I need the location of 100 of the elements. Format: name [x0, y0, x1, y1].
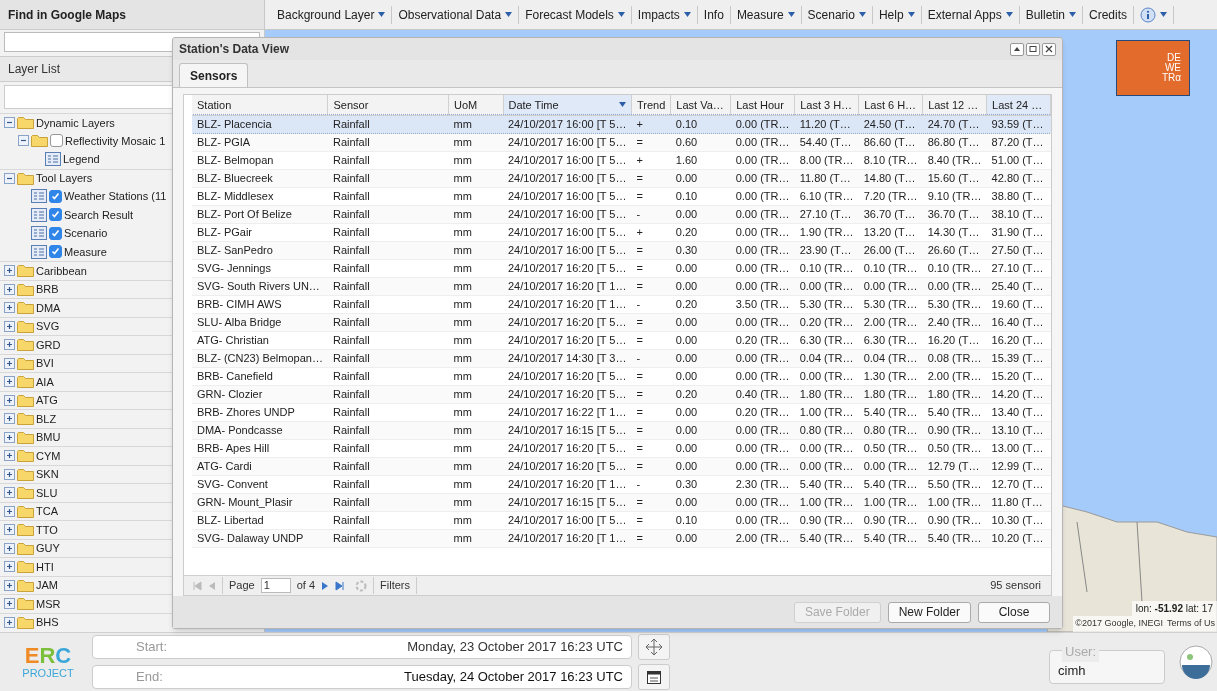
table-cell: mm	[448, 367, 503, 385]
column-header[interactable]: UoM	[448, 95, 503, 115]
column-header[interactable]: Last 3 H…	[794, 95, 859, 115]
tree-item[interactable]: BLZ	[36, 410, 57, 427]
collapse-icon[interactable]	[18, 135, 29, 147]
folder-icon	[17, 356, 34, 370]
end-date-field[interactable]: End: Tuesday, 24 October 2017 16:23 UTC	[92, 665, 632, 689]
expand-icon[interactable]	[4, 357, 15, 369]
toolbar-menu-button[interactable]: Background Layer	[271, 5, 393, 24]
tree-item[interactable]: Scenario	[64, 225, 108, 242]
expand-icon[interactable]	[4, 468, 15, 480]
tree-item[interactable]: Legend	[63, 151, 100, 168]
move-button[interactable]	[638, 634, 670, 660]
last-page-icon[interactable]	[335, 580, 346, 591]
expand-icon[interactable]	[4, 505, 15, 517]
expand-icon[interactable]	[4, 542, 15, 554]
tree-item[interactable]: JAM	[36, 577, 58, 594]
table-cell: 0.20 (TR…	[730, 331, 795, 349]
expand-icon[interactable]	[4, 598, 15, 610]
expand-icon[interactable]	[4, 616, 15, 628]
close-button[interactable]	[1042, 42, 1056, 56]
toolbar-menu-button[interactable]: Bulletin	[1019, 5, 1084, 24]
expand-icon[interactable]	[4, 487, 15, 499]
tree-item[interactable]: GUY	[36, 540, 60, 557]
expand-icon[interactable]	[4, 339, 15, 351]
tree-item[interactable]: HTI	[36, 558, 54, 575]
close-icon	[1045, 45, 1053, 53]
tree-item[interactable]: DMA	[36, 299, 61, 316]
folder-icon	[17, 375, 34, 389]
column-header[interactable]: Last 12 …	[922, 95, 987, 115]
tree-item[interactable]: ATG	[36, 392, 58, 409]
table-cell: =	[631, 403, 671, 421]
tree-item[interactable]: SVG	[36, 318, 60, 335]
tree-item[interactable]: Weather Stations (11	[64, 188, 167, 205]
checkbox[interactable]	[49, 208, 62, 222]
toolbar-menu-button[interactable]: Measure	[730, 5, 802, 24]
minimize-button[interactable]	[1010, 42, 1024, 56]
tree-item[interactable]: BHS	[36, 614, 59, 631]
tree-item[interactable]: TCA	[36, 503, 58, 520]
column-header[interactable]: Sensor	[327, 95, 449, 115]
column-header[interactable]: Last Hour	[730, 95, 795, 115]
tree-item[interactable]: Tool Layers	[36, 170, 93, 187]
expand-icon[interactable]	[4, 450, 15, 462]
checkbox[interactable]	[50, 134, 63, 148]
column-header[interactable]: Last 24 …	[986, 95, 1051, 115]
dialog-button[interactable]: Close	[978, 601, 1050, 623]
start-date-field[interactable]: Start: Monday, 23 October 2017 16:23 UTC	[92, 635, 632, 659]
tree-item[interactable]: Reflectivity Mosaic 1	[65, 132, 166, 149]
column-header[interactable]: Station	[192, 95, 328, 115]
checkbox[interactable]	[49, 189, 62, 203]
maximize-button[interactable]	[1026, 42, 1040, 56]
column-header[interactable]: Last 6 H…	[858, 95, 923, 115]
column-header[interactable]: Last Va…	[670, 95, 731, 115]
toolbar-menu-button[interactable]: Observational Data	[392, 5, 520, 24]
expand-icon[interactable]	[4, 376, 15, 388]
tree-item[interactable]: CYM	[36, 447, 61, 464]
tree-item[interactable]: Measure	[64, 243, 107, 260]
toolbar-menu-button[interactable]: Info	[697, 5, 731, 24]
tree-item[interactable]: Search Result	[64, 206, 134, 223]
tree-item[interactable]: BRB	[36, 281, 59, 298]
expand-icon[interactable]	[4, 431, 15, 443]
tree-item[interactable]: AIA	[36, 373, 54, 390]
expand-icon[interactable]	[4, 413, 15, 425]
next-page-icon[interactable]	[321, 580, 330, 591]
checkbox[interactable]	[49, 226, 62, 240]
toolbar-menu-button[interactable]: Help	[872, 5, 922, 24]
tree-item[interactable]: SKN	[36, 466, 59, 483]
tree-item[interactable]: SLU	[36, 484, 58, 501]
expand-icon[interactable]	[4, 320, 15, 332]
collapse-icon[interactable]	[4, 172, 15, 184]
table-cell: mm	[448, 529, 503, 547]
filters-button[interactable]: Filters	[373, 577, 417, 594]
tree-item[interactable]: BVI	[36, 355, 54, 372]
expand-icon[interactable]	[4, 283, 15, 295]
expand-icon[interactable]	[4, 524, 15, 536]
dialog-button[interactable]: New Folder	[887, 601, 971, 623]
toolbar-menu-button[interactable]: Credits	[1083, 5, 1135, 24]
column-header[interactable]: Trend	[631, 95, 671, 115]
tree-item[interactable]: MSR	[36, 595, 61, 612]
toolbar-menu-button[interactable]: Impacts	[631, 5, 698, 24]
terms-link[interactable]: Terms of Us	[1167, 617, 1215, 631]
tree-item[interactable]: Dynamic Layers	[36, 114, 115, 131]
toolbar-menu-button[interactable]: Scenario	[801, 5, 873, 24]
expand-icon[interactable]	[4, 561, 15, 573]
tree-item[interactable]: Caribbean	[36, 262, 87, 279]
column-header[interactable]: Date Time	[503, 95, 632, 115]
collapse-icon[interactable]	[4, 117, 15, 129]
page-field[interactable]: 1	[260, 578, 291, 593]
expand-icon[interactable]	[4, 265, 15, 277]
calendar-button[interactable]	[638, 664, 670, 690]
tree-item[interactable]: BMU	[36, 429, 61, 446]
expand-icon[interactable]	[4, 302, 15, 314]
expand-icon[interactable]	[4, 394, 15, 406]
tab[interactable]: Sensors	[179, 63, 249, 87]
checkbox[interactable]	[49, 245, 62, 259]
toolbar-menu-button[interactable]: Forecast Models	[519, 5, 632, 24]
tree-item[interactable]: TTO	[36, 521, 58, 538]
toolbar-menu-button[interactable]: External Apps	[921, 5, 1020, 24]
expand-icon[interactable]	[4, 579, 15, 591]
tree-item[interactable]: GRD	[36, 336, 61, 353]
